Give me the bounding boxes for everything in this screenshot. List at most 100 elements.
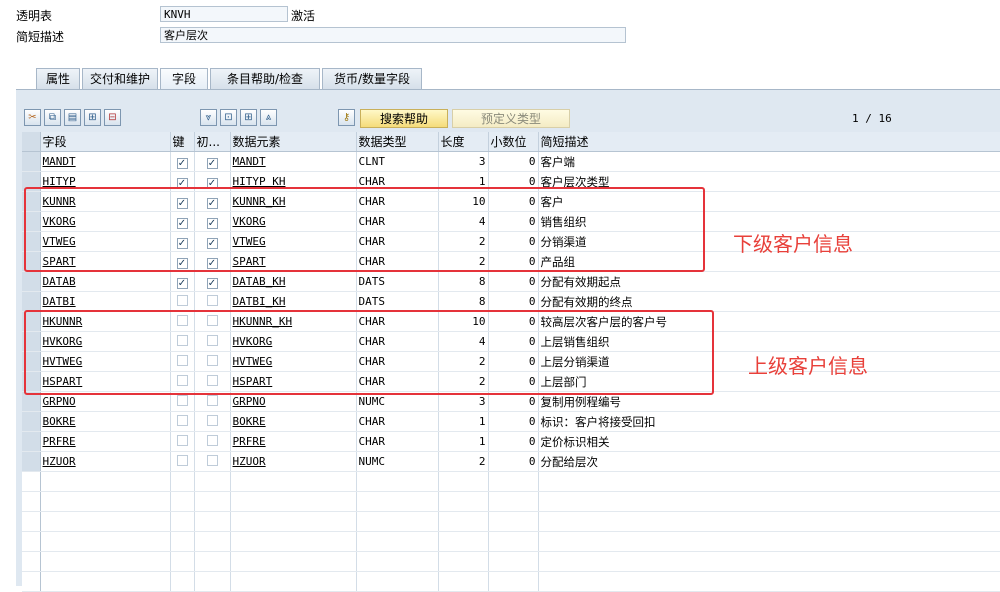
- short-description-cell[interactable]: 客户端: [538, 151, 1000, 172]
- data-type-cell[interactable]: DATS: [356, 271, 439, 292]
- empty-cell[interactable]: [40, 471, 171, 492]
- data-type-cell[interactable]: NUMC: [356, 451, 439, 472]
- empty-cell[interactable]: [488, 471, 539, 492]
- initial-value-checkbox[interactable]: [206, 294, 218, 306]
- length-cell[interactable]: 1: [438, 431, 489, 452]
- empty-cell[interactable]: [170, 571, 195, 592]
- decimals-cell[interactable]: 0: [488, 271, 539, 292]
- empty-cell[interactable]: [356, 511, 439, 532]
- empty-cell[interactable]: [488, 551, 539, 572]
- key-checkbox[interactable]: [176, 394, 188, 406]
- row-selector[interactable]: [22, 511, 41, 532]
- decimals-cell[interactable]: 0: [488, 291, 539, 312]
- data-element-cell[interactable]: MANDT: [230, 151, 357, 172]
- decimals-cell[interactable]: 0: [488, 451, 539, 472]
- empty-cell[interactable]: [438, 551, 489, 572]
- empty-cell[interactable]: [438, 571, 489, 592]
- empty-cell[interactable]: [230, 551, 357, 572]
- initial-value-checkbox[interactable]: [206, 434, 218, 446]
- empty-cell[interactable]: [438, 491, 489, 512]
- initial-value-checkbox[interactable]: ✓: [206, 157, 218, 169]
- empty-cell[interactable]: [538, 551, 1000, 572]
- column-header-field[interactable]: 字段: [40, 132, 171, 152]
- delete-row-icon[interactable]: ⊟: [104, 109, 121, 126]
- empty-cell[interactable]: [356, 531, 439, 552]
- row-selector[interactable]: [22, 491, 41, 512]
- table-row[interactable]: DATAB ✓ ✓ DATAB_KH DATS 8 0 分配有效期起点: [22, 271, 1000, 292]
- empty-cell[interactable]: [488, 511, 539, 532]
- empty-cell[interactable]: [170, 531, 195, 552]
- short-description-cell[interactable]: 标识：客户将接受回扣: [538, 411, 1000, 432]
- empty-cell[interactable]: [438, 471, 489, 492]
- empty-cell[interactable]: [170, 551, 195, 572]
- decimals-cell[interactable]: 0: [488, 411, 539, 432]
- key-checkbox[interactable]: [176, 294, 188, 306]
- cut-icon[interactable]: ✂: [24, 109, 41, 126]
- data-type-cell[interactable]: CLNT: [356, 151, 439, 172]
- collapse-icon[interactable]: ⩔: [200, 109, 217, 126]
- decimals-cell[interactable]: 0: [488, 151, 539, 172]
- empty-cell[interactable]: [170, 491, 195, 512]
- empty-cell[interactable]: [230, 511, 357, 532]
- row-selector[interactable]: [22, 531, 41, 552]
- field-name-cell[interactable]: MANDT: [40, 151, 171, 172]
- empty-table-row[interactable]: [22, 551, 1000, 572]
- data-type-cell[interactable]: DATS: [356, 291, 439, 312]
- key-checkbox[interactable]: ✓: [176, 157, 188, 169]
- expand-icon[interactable]: ⩓: [260, 109, 277, 126]
- key-checkbox[interactable]: [176, 414, 188, 426]
- empty-cell[interactable]: [230, 571, 357, 592]
- insert-row-icon[interactable]: ⊞: [84, 109, 101, 126]
- column-header-short-description[interactable]: 简短描述: [538, 132, 1000, 152]
- empty-cell[interactable]: [356, 491, 439, 512]
- column-header-data-element[interactable]: 数据元素: [230, 132, 357, 152]
- empty-cell[interactable]: [488, 491, 539, 512]
- data-type-cell[interactable]: CHAR: [356, 411, 439, 432]
- empty-cell[interactable]: [40, 531, 171, 552]
- table-row[interactable]: PRFRE PRFRE CHAR 1 0 定价标识相关: [22, 431, 1000, 452]
- predefined-type-button[interactable]: 预定义类型: [452, 109, 570, 128]
- empty-cell[interactable]: [194, 511, 231, 532]
- row-selector[interactable]: [22, 431, 41, 452]
- column-header-decimals[interactable]: 小数位: [488, 132, 539, 152]
- empty-cell[interactable]: [538, 511, 1000, 532]
- length-cell[interactable]: 1: [438, 411, 489, 432]
- column-header-initial[interactable]: 初...: [194, 132, 231, 152]
- column-header-data-type[interactable]: 数据类型: [356, 132, 439, 152]
- table-row[interactable]: HZUOR HZUOR NUMC 2 0 分配给层次: [22, 451, 1000, 472]
- deselect-all-icon[interactable]: ⊞: [240, 109, 257, 126]
- tab-delivery-maintenance[interactable]: 交付和维护: [82, 68, 158, 89]
- empty-cell[interactable]: [538, 571, 1000, 592]
- empty-table-row[interactable]: [22, 491, 1000, 512]
- data-element-cell[interactable]: BOKRE: [230, 411, 357, 432]
- row-selector[interactable]: [22, 411, 41, 432]
- row-selector[interactable]: [22, 151, 41, 172]
- empty-cell[interactable]: [40, 571, 171, 592]
- row-selector[interactable]: [22, 551, 41, 572]
- empty-cell[interactable]: [230, 471, 357, 492]
- key-checkbox[interactable]: [176, 434, 188, 446]
- row-selector[interactable]: [22, 291, 41, 312]
- empty-table-row[interactable]: [22, 471, 1000, 492]
- empty-cell[interactable]: [356, 551, 439, 572]
- empty-cell[interactable]: [40, 491, 171, 512]
- empty-cell[interactable]: [194, 551, 231, 572]
- empty-cell[interactable]: [230, 491, 357, 512]
- empty-cell[interactable]: [538, 491, 1000, 512]
- row-selector[interactable]: [22, 451, 41, 472]
- field-name-cell[interactable]: DATAB: [40, 271, 171, 292]
- tab-currency-quantity-fields[interactable]: 货币/数量字段: [322, 68, 422, 89]
- field-name-cell[interactable]: DATBI: [40, 291, 171, 312]
- initial-value-checkbox[interactable]: [206, 394, 218, 406]
- empty-cell[interactable]: [538, 471, 1000, 492]
- empty-table-row[interactable]: [22, 531, 1000, 552]
- field-name-cell[interactable]: PRFRE: [40, 431, 171, 452]
- row-selector[interactable]: [22, 471, 41, 492]
- length-cell[interactable]: 2: [438, 451, 489, 472]
- column-header-length[interactable]: 长度: [438, 132, 489, 152]
- field-name-cell[interactable]: HZUOR: [40, 451, 171, 472]
- empty-cell[interactable]: [538, 531, 1000, 552]
- empty-cell[interactable]: [170, 471, 195, 492]
- table-row[interactable]: DATBI DATBI_KH DATS 8 0 分配有效期的终点: [22, 291, 1000, 312]
- empty-cell[interactable]: [488, 531, 539, 552]
